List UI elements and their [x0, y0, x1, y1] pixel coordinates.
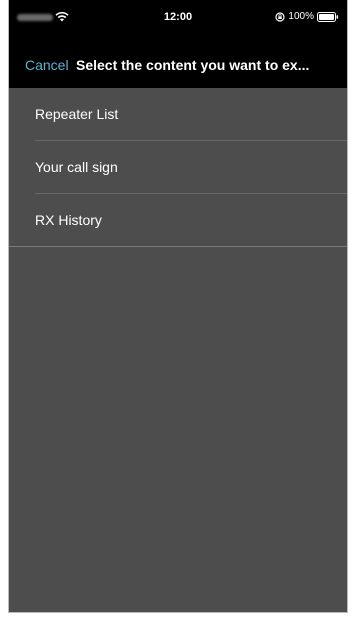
orientation-lock-icon	[275, 11, 286, 22]
battery-icon	[317, 11, 339, 22]
content-area: Repeater List Your call sign RX History	[9, 88, 347, 612]
status-bar: 12:00 100%	[9, 0, 347, 36]
cancel-button[interactable]: Cancel	[25, 57, 69, 73]
list-item-repeater-list[interactable]: Repeater List	[9, 88, 347, 141]
list-item-label: Your call sign	[35, 159, 118, 175]
export-content-list: Repeater List Your call sign RX History	[9, 88, 347, 247]
list-item-label: Repeater List	[35, 106, 119, 122]
app-screen: 12:00 100% Cancel Select the content you…	[8, 0, 348, 613]
navigation-bar: Cancel Select the content you want to ex…	[9, 36, 347, 88]
list-item-your-call-sign[interactable]: Your call sign	[9, 141, 347, 194]
list-item-rx-history[interactable]: RX History	[9, 194, 347, 247]
status-right-group: 100%	[275, 11, 339, 22]
page-title: Select the content you want to ex...	[76, 57, 310, 73]
battery-percent: 100%	[288, 11, 314, 22]
list-item-label: RX History	[35, 212, 102, 228]
